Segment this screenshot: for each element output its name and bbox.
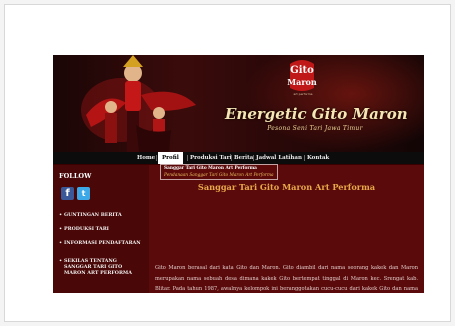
nav-kontak[interactable]: Kontak (307, 152, 329, 164)
sidebar: FOLLOW f t • GUNTINGAN BERITA • PRODUKSI… (53, 165, 149, 293)
banner-glow (244, 55, 424, 152)
twitter-icon[interactable]: t (77, 187, 90, 200)
main-content: Sanggar Tari Gito Maron Art Performa Git… (149, 165, 424, 293)
follow-heading: FOLLOW (59, 172, 92, 180)
sidebar-item-label: SEKILAS TENTANG SANGGAR TARI GITO MARON … (64, 258, 132, 276)
bullet-icon: • (59, 258, 63, 264)
bullet-icon: • (59, 212, 63, 218)
facebook-icon[interactable]: f (61, 187, 74, 200)
dropdown-item-pendanaan[interactable]: Pendanaan Sanggar Tari Gito Maron Art Pe… (161, 172, 277, 179)
nav-divider (156, 155, 157, 161)
nav-divider (304, 155, 305, 161)
nav-jadwal-latihan[interactable]: Jadwal Latihan (256, 152, 302, 164)
sidebar-item-label: INFORMASI PENDAFTARAN (64, 240, 141, 246)
nav-profil[interactable]: Profil (158, 152, 183, 164)
nav-produksi-tari[interactable]: Produksi Tari (190, 152, 232, 164)
article-body: Gito Maron berasal dari kata Gito dan Ma… (155, 265, 418, 293)
gito-maron-logo: Gito Maron (287, 60, 317, 91)
nav-divider (253, 155, 254, 161)
banner-title: Energetic Gito Maron (225, 105, 408, 123)
profil-dropdown-menu: Sanggar Tari Gito Maron Art Performa Pen… (160, 164, 278, 180)
document-page: Gito Maron art performa Energetic Gito M… (4, 4, 451, 322)
bullet-icon: • (59, 240, 63, 246)
logo-subtext: art performa (293, 92, 313, 96)
nav-divider (231, 155, 232, 161)
nav-home[interactable]: Home (137, 152, 155, 164)
page-title: Sanggar Tari Gito Maron Art Performa (197, 182, 376, 192)
nav-divider (187, 155, 188, 161)
svg-text:Maron: Maron (287, 77, 317, 87)
banner-tagline: Pesona Seni Tari Jawa Timur (267, 125, 363, 132)
sidebar-item-label: GUNTINGAN BERITA (64, 212, 122, 218)
website-screenshot: Gito Maron art performa Energetic Gito M… (53, 55, 424, 293)
svg-text:Gito: Gito (290, 65, 314, 76)
sidebar-item-label: PRODUKSI TARI (64, 226, 109, 232)
dancer-illustration-left (81, 55, 196, 152)
nav-berita[interactable]: Berita (234, 152, 253, 164)
dropdown-item-sanggar[interactable]: Sanggar Tari Gito Maron Art Performa (161, 165, 277, 172)
header-banner: Gito Maron art performa Energetic Gito M… (53, 55, 424, 152)
bullet-icon: • (59, 226, 63, 232)
